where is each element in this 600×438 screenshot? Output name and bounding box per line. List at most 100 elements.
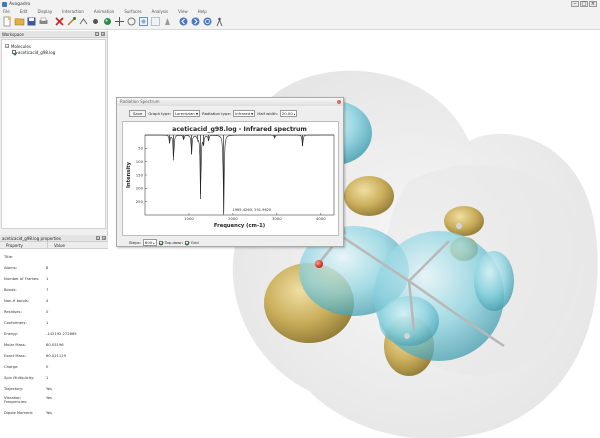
menu-view[interactable]: View — [178, 9, 188, 14]
molecule-3d-viewport[interactable]: Radiation Spectrum Save Graph type: Lore… — [109, 31, 600, 438]
color-icon[interactable] — [102, 16, 113, 27]
hydrogen-atom — [456, 223, 462, 229]
property-label: Bonds: — [4, 288, 17, 292]
property-label: Number of Frames: — [4, 277, 40, 281]
dock-float-button[interactable]: ◻ — [96, 236, 100, 240]
back-icon[interactable] — [178, 16, 189, 27]
grid-checkbox[interactable] — [184, 240, 189, 245]
property-label: Vibration Frequencies: — [4, 396, 28, 404]
property-value: 1 — [46, 277, 49, 281]
properties-title: aceticacid_g98.log properties — [2, 235, 61, 241]
select-icon[interactable] — [150, 16, 161, 27]
close-icon[interactable] — [54, 16, 65, 27]
y-tick-label: 50 — [138, 146, 143, 151]
zoom-icon[interactable] — [138, 16, 149, 27]
maximize-button[interactable]: □ — [580, 1, 588, 7]
window-title: Avogadro — [9, 1, 31, 7]
menu-display[interactable]: Display — [37, 9, 52, 14]
property-label: Atoms: — [4, 266, 17, 270]
measure-icon[interactable] — [78, 16, 89, 27]
dot-icon[interactable] — [90, 16, 101, 27]
y-axis-label: Intensity — [126, 161, 132, 188]
property-label: Molar Mass: — [4, 343, 26, 347]
properties-dock: aceticacid_g98.log properties ◻ × Propert… — [0, 235, 108, 438]
property-label: Conformers: — [4, 321, 27, 325]
y-tick-label: 250 — [136, 199, 144, 204]
property-value: -142192.272665 — [46, 332, 77, 336]
tree-item-label: aceticacid_g98.log — [18, 49, 56, 55]
tree-item-label: Molecules — [11, 43, 31, 49]
property-value: Yes — [46, 387, 52, 391]
steps-value: 600 — [144, 239, 153, 245]
grid-option[interactable]: Grid — [184, 240, 199, 245]
dock-float-button[interactable]: ◻ — [95, 32, 99, 36]
tree-item-molecule[interactable]: aceticacid_g98.log — [5, 49, 102, 55]
column-header-value[interactable]: Value — [48, 242, 65, 248]
negative-lobe — [444, 206, 484, 236]
molecule-visible-checkbox[interactable] — [12, 50, 16, 54]
property-label: Energy: — [4, 332, 18, 336]
menu-help[interactable]: Help — [198, 9, 207, 14]
property-value: Yes — [46, 411, 52, 415]
property-label: Title: — [4, 255, 14, 259]
ir-spectrum-chart[interactable]: aceticacid_g98.log - Infrared spectrum 50… — [123, 122, 340, 237]
build-icon[interactable] — [66, 16, 77, 27]
rotate-icon[interactable] — [126, 16, 137, 27]
workspace-tree: − Molecules aceticacid_g98.log — [1, 39, 106, 229]
properties-table-header: Property Value — [0, 242, 108, 249]
navigate-icon[interactable] — [162, 16, 173, 27]
graph-type-select[interactable]: Lorentzian ▼ — [172, 110, 201, 117]
menu-surfaces[interactable]: Surfaces — [124, 9, 141, 14]
menu-animation[interactable]: Animation — [94, 9, 114, 14]
properties-dock-header: aceticacid_g98.log properties ◻ × — [0, 235, 108, 242]
move-icon[interactable] — [114, 16, 125, 27]
window-close-button[interactable]: × — [589, 1, 597, 7]
property-label: Non-H bonds: — [4, 299, 30, 303]
property-value: 0 — [46, 365, 49, 369]
app-window: Avogadro ‒ □ × File Edit Display Interac… — [0, 0, 600, 438]
property-value: 60.021129 — [46, 354, 66, 358]
avogadro-app-icon — [2, 1, 7, 7]
forward-icon[interactable] — [190, 16, 201, 27]
minimize-button[interactable]: ‒ — [571, 1, 579, 7]
refresh-icon[interactable] — [202, 16, 213, 27]
topdown-label: Top-down — [164, 240, 183, 245]
property-value: Yes — [46, 396, 52, 400]
open-file-icon[interactable] — [14, 16, 25, 27]
radiation-type-select[interactable]: Infrared ▼ — [233, 110, 256, 117]
save-button[interactable]: Save — [129, 110, 147, 117]
chevron-down-icon: ▼ — [251, 111, 254, 116]
save-icon[interactable] — [26, 16, 37, 27]
graph-type-value: Lorentzian — [174, 110, 195, 116]
radiation-spectrum-window: Radiation Spectrum Save Graph type: Lore… — [116, 97, 344, 247]
spin-arrows-icon[interactable]: ▴ — [294, 111, 296, 117]
steps-spinbox[interactable]: 600 ▴ — [142, 239, 157, 246]
property-label: Spin Multiplicity: — [4, 376, 35, 380]
topdown-checkbox[interactable] — [158, 240, 163, 245]
user-icon[interactable] — [214, 16, 225, 27]
dock-close-button[interactable]: × — [101, 32, 105, 36]
property-value: 4 — [46, 299, 49, 303]
positive-lobe — [474, 251, 514, 311]
spectrum-close-icon[interactable] — [337, 100, 341, 104]
expand-icon[interactable]: − — [5, 44, 9, 48]
x-tick-label: 3000 — [272, 216, 282, 221]
menu-file[interactable]: File — [3, 9, 10, 14]
property-label: Charge: — [4, 365, 19, 369]
dock-close-button[interactable]: × — [102, 236, 106, 240]
menu-interaction[interactable]: Interaction — [62, 9, 84, 14]
cursor-readout: 1965.4260, 291.9620 — [232, 208, 272, 212]
spectrum-plot-area[interactable]: aceticacid_g98.log - Infrared spectrum 50… — [122, 121, 339, 236]
column-header-property[interactable]: Property — [0, 242, 48, 248]
topdown-option[interactable]: Top-down — [158, 240, 183, 245]
spin-arrows-icon[interactable]: ▴ — [153, 240, 155, 246]
x-tick-label: 1000 — [184, 216, 194, 221]
new-file-icon[interactable] — [2, 16, 13, 27]
property-label: Dipole Moment: — [4, 411, 34, 415]
print-icon[interactable] — [38, 16, 49, 27]
menu-edit[interactable]: Edit — [20, 9, 28, 14]
title-bar: Avogadro ‒ □ × — [0, 0, 600, 8]
property-label: Residues: — [4, 310, 22, 314]
menu-analysis[interactable]: Analysis — [152, 9, 168, 14]
half-width-spinbox[interactable]: 20.00 ▴ — [279, 110, 298, 117]
